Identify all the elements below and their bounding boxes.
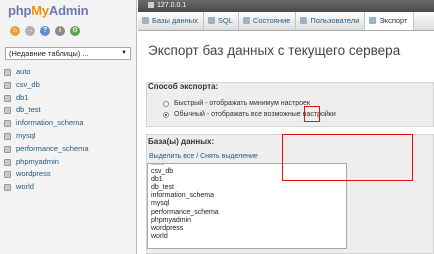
database-tree-item[interactable]: phpmyadmin (0, 156, 89, 169)
docs-icon[interactable]: i (55, 26, 65, 36)
tab-label: Базы данных (152, 16, 198, 25)
logo-php-text: php (8, 3, 32, 18)
radio-label: Быстрый - отображать минимум настроек (174, 100, 310, 107)
database-icon (4, 132, 11, 140)
logo-my-text: My (31, 3, 49, 18)
radio-quick-export[interactable]: Быстрый - отображать минимум настроек (163, 100, 310, 107)
highlight-frame-radio (304, 106, 320, 122)
database-name: performance_schema (16, 143, 89, 153)
database-icon (4, 107, 11, 115)
tab-label: Пользователи (310, 16, 360, 25)
database-option[interactable]: db_test (148, 184, 346, 192)
tab-label: SQL (217, 16, 233, 25)
top-menu-tabs: Базы данных SQL Состояние Пользователи Э… (138, 12, 434, 31)
database-name: db_test (16, 105, 41, 115)
database-tree-item[interactable]: mysql (0, 130, 89, 143)
database-tree-item[interactable]: performance_schema (0, 143, 89, 156)
radio-button[interactable] (163, 101, 169, 107)
database-name: auto (16, 67, 31, 76)
home-icon[interactable]: ⌂ (10, 26, 20, 36)
database-name: phpmyadmin (16, 156, 59, 166)
database-icon (4, 145, 11, 153)
export-icon (369, 17, 377, 24)
database-option[interactable]: wordpress (148, 225, 346, 233)
database-tree-item[interactable]: db_test (0, 104, 89, 117)
database-tree-item[interactable]: db1 (0, 92, 89, 105)
server-breadcrumb: 127.0.0.1 (138, 0, 434, 12)
sql-icon (207, 17, 215, 24)
databases-legend: База(ы) данных: (148, 137, 215, 146)
database-icon (4, 81, 11, 89)
database-tree-item[interactable]: csv_db (0, 79, 89, 92)
database-name: information_schema (16, 118, 84, 128)
tab-label: Экспорт (379, 16, 408, 25)
navigation-panel: phpMyAdmin ⌂ → ? i ⚙ (Недавние таблицы) … (0, 0, 137, 254)
tab-export[interactable]: Экспорт (365, 12, 414, 30)
database-icon (4, 94, 11, 102)
tab-status[interactable]: Состояние (239, 12, 297, 30)
status-icon (242, 17, 250, 24)
database-icon (4, 69, 11, 76)
chevron-down-icon: ▼ (121, 50, 127, 56)
settings-icon[interactable]: ⚙ (70, 26, 80, 36)
database-tree-item[interactable]: auto (0, 66, 89, 79)
tab-databases[interactable]: Базы данных (138, 12, 204, 30)
server-link[interactable]: 127.0.0.1 (148, 0, 186, 12)
database-name: world (16, 182, 34, 192)
tab-label: Состояние (252, 16, 291, 25)
database-name: mysql (16, 130, 36, 140)
database-option[interactable]: information_schema (148, 192, 346, 200)
recent-tables-label: (Недавние таблицы) ... (9, 49, 89, 58)
tab-sql[interactable]: SQL (204, 12, 239, 30)
users-icon (300, 17, 308, 24)
help-icon[interactable]: ? (40, 26, 50, 36)
database-tree-item[interactable]: world (0, 181, 89, 194)
highlight-frame-databases (282, 134, 413, 181)
select-links: Выделить все / Снять выделение (149, 153, 258, 160)
tab-users[interactable]: Пользователи (296, 12, 366, 30)
database-icon (4, 184, 11, 192)
page-title: Экспорт баз данных с текущего сервера (148, 43, 401, 58)
radio-button-selected[interactable] (163, 112, 169, 118)
main-panel: 127.0.0.1 Базы данных SQL Состояние Поль… (138, 0, 434, 254)
nav-icons: ⌂ → ? i ⚙ (10, 26, 80, 36)
database-tree-item[interactable]: information_schema (0, 117, 89, 130)
logout-icon[interactable]: → (25, 26, 35, 36)
database-tree: auto csv_db db1 db_test information_sche… (0, 66, 89, 194)
export-method-legend: Способ экспорта: (148, 82, 219, 91)
logo-admin-text: Admin (48, 3, 89, 18)
database-option[interactable]: mysql (148, 200, 346, 208)
database-icon (4, 120, 11, 128)
database-option[interactable]: performance_schema (148, 209, 346, 217)
database-tree-item[interactable]: wordpress (0, 168, 89, 181)
database-name: csv_db (16, 79, 40, 89)
database-option[interactable]: world (148, 233, 346, 241)
database-icon (142, 17, 149, 24)
database-name: wordpress (16, 169, 51, 179)
unselect-all-link[interactable]: Снять выделение (200, 153, 258, 160)
phpmyadmin-logo[interactable]: phpMyAdmin (8, 3, 89, 18)
database-icon (4, 158, 11, 166)
select-all-link[interactable]: Выделить все (149, 153, 194, 160)
database-icon (4, 171, 11, 179)
recent-tables-select[interactable]: (Недавние таблицы) ... ▼ (5, 47, 131, 60)
database-name: db1 (16, 92, 29, 102)
database-option[interactable]: phpmyadmin (148, 217, 346, 225)
